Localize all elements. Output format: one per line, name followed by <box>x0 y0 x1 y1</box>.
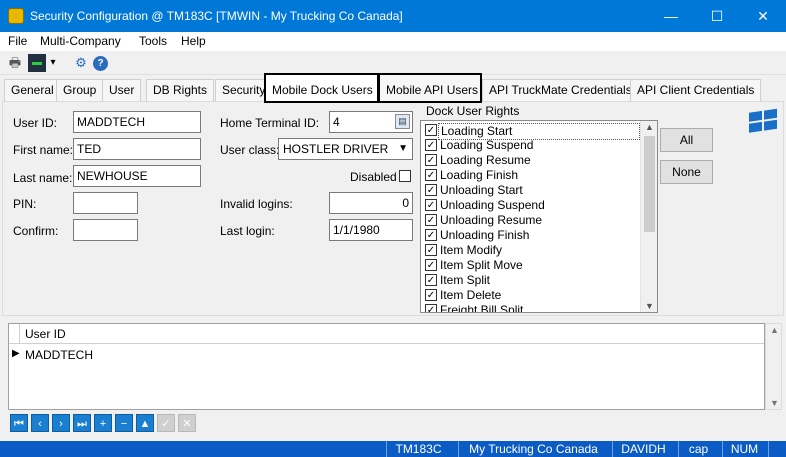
checkbox-checked-icon[interactable]: ✓ <box>425 124 437 136</box>
insert-record-icon[interactable]: + <box>94 414 112 432</box>
tab-general[interactable]: General <box>4 79 61 101</box>
none-button[interactable]: None <box>660 160 713 184</box>
scroll-down-icon[interactable]: ▼ <box>641 301 657 311</box>
home-terminal-field[interactable]: 4 ▤ <box>329 111 413 133</box>
first-name-field[interactable]: TED <box>73 138 201 160</box>
close-button[interactable]: ✕ <box>740 0 786 32</box>
first-record-icon[interactable]: ⏮ <box>10 414 28 432</box>
printer-icon[interactable]: 🖶 <box>6 54 24 72</box>
checkbox-checked-icon[interactable]: ✓ <box>425 139 437 151</box>
checkbox-checked-icon[interactable]: ✓ <box>425 289 437 301</box>
delete-record-icon[interactable]: − <box>115 414 133 432</box>
home-terminal-label: Home Terminal ID: <box>220 116 320 130</box>
scroll-thumb[interactable] <box>644 136 655 232</box>
disabled-checkbox[interactable] <box>399 170 411 182</box>
table-cell-user-id: MADDTECH <box>25 348 93 362</box>
tab-api-truckmate-credentials[interactable]: API TruckMate Credentials <box>482 79 639 101</box>
checkbox-checked-icon[interactable]: ✓ <box>425 169 437 181</box>
user-class-select[interactable]: HOSTLER DRIVER ▼ <box>278 138 413 160</box>
checkbox-checked-icon[interactable]: ✓ <box>425 304 437 312</box>
checkbox-checked-icon[interactable]: ✓ <box>425 229 437 241</box>
last-name-field[interactable]: NEWHOUSE <box>73 165 201 187</box>
home-terminal-value: 4 <box>333 115 340 129</box>
checkbox-checked-icon[interactable]: ✓ <box>425 184 437 196</box>
pin-field[interactable] <box>73 192 138 214</box>
confirm-field[interactable] <box>73 219 138 241</box>
user-class-value: HOSTLER DRIVER <box>283 142 389 156</box>
tab-api-client-credentials[interactable]: API Client Credentials <box>630 79 762 101</box>
post-edit-icon[interactable]: ✓ <box>157 414 175 432</box>
windows-logo-icon <box>749 108 777 133</box>
menu-tools[interactable]: Tools <box>139 34 167 48</box>
invalid-logins-field[interactable]: 0 <box>329 192 413 214</box>
grid-header: User ID <box>9 324 764 344</box>
last-login-field[interactable]: 1/1/1980 <box>329 219 413 241</box>
dropdown-arrow-icon[interactable]: ▾ <box>48 54 58 72</box>
scroll-up-icon[interactable]: ▲ <box>641 122 657 132</box>
row-indicator-icon: ▶ <box>12 348 20 359</box>
table-row[interactable]: ▶ MADDTECH <box>9 346 764 364</box>
tab-user[interactable]: User <box>102 79 142 101</box>
menu-bar: File Multi-Company Tools Help <box>0 32 786 51</box>
monitor-icon[interactable]: ▬ <box>28 54 46 72</box>
column-header-user-id[interactable]: User ID <box>25 327 66 341</box>
title-bar: Security Configuration @ TM183C [TMWIN -… <box>0 0 786 32</box>
pin-label: PIN: <box>13 197 37 211</box>
menu-help[interactable]: Help <box>181 34 206 48</box>
disabled-label: Disabled <box>350 170 397 184</box>
chevron-down-icon: ▼ <box>398 143 408 154</box>
checkbox-checked-icon[interactable]: ✓ <box>425 244 437 256</box>
minimize-button[interactable]: — <box>648 0 694 32</box>
last-record-icon[interactable]: ⏭ <box>73 414 91 432</box>
last-login-label: Last login: <box>220 224 275 238</box>
checkbox-checked-icon[interactable]: ✓ <box>425 199 437 211</box>
app-icon <box>8 8 24 24</box>
checkbox-checked-icon[interactable]: ✓ <box>425 274 437 286</box>
resize-grip-icon[interactable] <box>768 441 786 457</box>
invalid-logins-label: Invalid logins: <box>220 197 293 211</box>
rights-scrollbar[interactable]: ▲ ▼ <box>640 121 657 312</box>
maximize-button[interactable]: ☐ <box>694 0 740 32</box>
status-user: DAVIDH <box>612 441 674 457</box>
list-item[interactable]: ✓ Loading Start <box>423 123 643 140</box>
confirm-label: Confirm: <box>13 224 59 238</box>
tab-group[interactable]: Group <box>56 79 104 101</box>
all-button[interactable]: All <box>660 128 713 152</box>
menu-multi-company[interactable]: Multi-Company <box>40 34 121 48</box>
settings-gear-icon[interactable]: ⚙ <box>72 54 90 72</box>
checkbox-checked-icon[interactable]: ✓ <box>425 259 437 271</box>
tab-strip: General Group User DB Rights Security Mo… <box>0 73 786 103</box>
next-record-icon[interactable]: › <box>52 414 70 432</box>
checkbox-checked-icon[interactable]: ✓ <box>425 154 437 166</box>
grid-scrollbar[interactable]: ▲ ▼ <box>765 323 782 410</box>
users-grid: User ID ▶ MADDTECH <box>8 323 765 410</box>
user-id-field[interactable]: MADDTECH <box>73 111 201 133</box>
tab-mobile-api-users[interactable]: Mobile API Users <box>378 73 482 103</box>
first-name-label: First name: <box>13 143 74 157</box>
help-icon[interactable]: ? <box>93 56 108 71</box>
lookup-icon[interactable]: ▤ <box>395 114 410 129</box>
scroll-down-icon[interactable]: ▼ <box>770 398 779 408</box>
tab-mobile-dock-users[interactable]: Mobile Dock Users <box>264 73 379 103</box>
toolbar: 🖶 ▬ ▾ ⚙ ? <box>0 51 786 75</box>
prior-record-icon[interactable]: ‹ <box>31 414 49 432</box>
scroll-up-icon[interactable]: ▲ <box>770 325 779 335</box>
user-id-label: User ID: <box>13 116 58 130</box>
user-class-label: User class: <box>220 143 280 157</box>
status-database: TM183C <box>386 441 450 457</box>
tab-db-rights[interactable]: DB Rights <box>146 79 214 101</box>
status-caps: cap <box>678 441 718 457</box>
record-navigator: ⏮ ‹ › ⏭ + − ▲ ✓ ✕ <box>8 413 198 433</box>
status-bar: TM183C My Trucking Co Canada DAVIDH cap … <box>0 441 786 457</box>
dock-user-rights-title: Dock User Rights <box>424 104 522 118</box>
cancel-edit-icon[interactable]: ✕ <box>178 414 196 432</box>
menu-file[interactable]: File <box>8 34 27 48</box>
status-company: My Trucking Co Canada <box>458 441 608 457</box>
last-name-label: Last name: <box>13 171 73 185</box>
status-num: NUM <box>722 441 766 457</box>
checkbox-checked-icon[interactable]: ✓ <box>425 214 437 226</box>
window-title: Security Configuration @ TM183C [TMWIN -… <box>30 9 403 23</box>
dock-user-rights-list[interactable]: ✓ Loading Start ✓ Loading Suspend ✓ Loading… <box>420 120 658 313</box>
edit-record-icon[interactable]: ▲ <box>136 414 154 432</box>
